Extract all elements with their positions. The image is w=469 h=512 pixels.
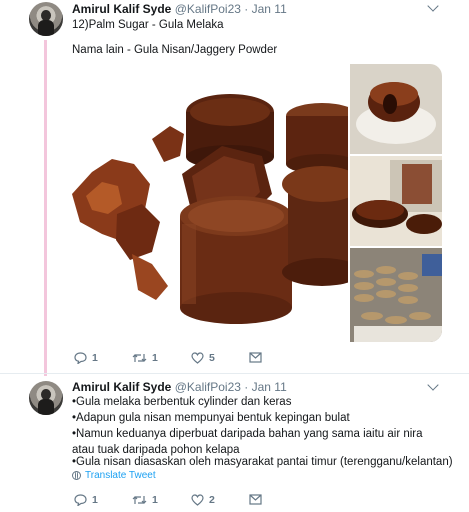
avatar-body	[38, 399, 54, 415]
chevron-down-icon[interactable]	[427, 379, 439, 391]
retweet-count: 1	[152, 494, 158, 506]
tweet-title: 12)Palm Sugar - Gula Melaka	[72, 19, 224, 31]
retweet-count: 1	[152, 352, 158, 364]
reply-button[interactable]: 1	[74, 494, 98, 506]
reply-icon	[74, 352, 87, 364]
avatar-body	[38, 20, 54, 36]
author-name[interactable]: Amirul Kalif Syde	[72, 2, 171, 16]
like-button[interactable]: 5	[191, 352, 215, 364]
tweet-date[interactable]: Jan 11	[252, 2, 287, 16]
photo-main-palm-sugar[interactable]	[72, 64, 362, 342]
like-count: 2	[209, 494, 215, 506]
separator-dot: ·	[244, 380, 249, 394]
tweet-body: Nama lain - Gula Nisan/Jaggery Powder	[72, 44, 278, 56]
author-handle[interactable]: @KalifPoi23	[175, 380, 241, 394]
reply-icon	[74, 494, 87, 506]
photo-gula-nisan-jar[interactable]	[350, 156, 442, 246]
direct-message-icon	[249, 494, 262, 505]
tweet-line-2: •Adapun gula nisan mempunyai bentuk kepi…	[72, 412, 350, 424]
reply-button[interactable]: 1	[74, 352, 98, 364]
chevron-down-icon[interactable]	[427, 0, 439, 12]
author-name[interactable]: Amirul Kalif Syde	[72, 380, 171, 394]
direct-message-icon	[249, 352, 262, 363]
separator-dot: ·	[244, 2, 249, 16]
heart-icon	[191, 352, 204, 364]
author-handle[interactable]: @KalifPoi23	[175, 2, 241, 16]
retweet-icon	[132, 496, 147, 504]
reply-count: 1	[92, 494, 98, 506]
avatar[interactable]	[29, 381, 63, 415]
heart-icon	[191, 494, 204, 506]
tweet-header: Amirul Kalif Syde @KalifPoi23 · Jan 11	[72, 2, 287, 16]
thread-connector-line	[44, 40, 47, 376]
retweet-icon	[132, 354, 147, 362]
avatar[interactable]	[29, 2, 63, 36]
direct-message-button[interactable]	[249, 352, 262, 363]
retweet-button[interactable]: 1	[132, 494, 158, 506]
tweet-divider	[0, 373, 469, 374]
photo-gula-nisan-stacks[interactable]	[350, 248, 442, 342]
tweet-line-1: •Gula melaka berbentuk cylinder dan kera…	[72, 396, 292, 408]
reply-count: 1	[92, 352, 98, 364]
photo-gula-melaka-plate[interactable]	[350, 64, 442, 154]
tweet-date[interactable]: Jan 11	[252, 380, 287, 394]
like-count: 5	[209, 352, 215, 364]
direct-message-button[interactable]	[249, 494, 262, 505]
tweet-header: Amirul Kalif Syde @KalifPoi23 · Jan 11	[72, 380, 287, 394]
globe-icon	[72, 471, 81, 480]
tweet-photo-grid	[72, 64, 442, 342]
translate-tweet-link[interactable]: Translate Tweet	[72, 470, 156, 481]
tweet-line-4: •Gula nisan diasaskan oleh masyarakat pa…	[72, 456, 453, 468]
retweet-button[interactable]: 1	[132, 352, 158, 364]
translate-label: Translate Tweet	[85, 470, 156, 481]
like-button[interactable]: 2	[191, 494, 215, 506]
